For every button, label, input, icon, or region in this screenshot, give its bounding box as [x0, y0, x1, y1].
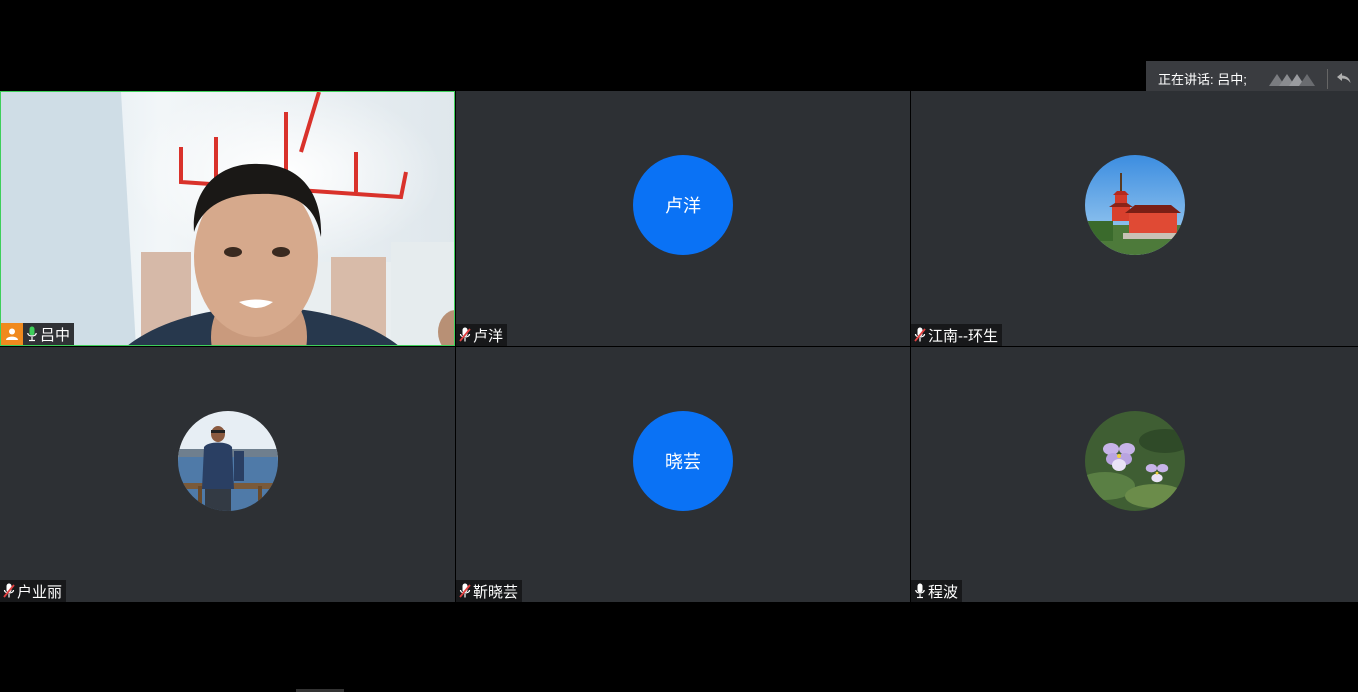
participant-name: 吕中: [40, 326, 71, 344]
avatar-initials: 晓芸: [665, 452, 701, 472]
participant-name-tag: 江南--环生: [911, 324, 1002, 346]
video-grid: 吕中 卢洋 卢洋 江南--环生 户业丽 晓芸 靳晓芸 程波: [0, 91, 1358, 602]
participant-name: 江南--环生: [928, 327, 998, 345]
avatar-initials: 卢洋: [665, 196, 701, 216]
participant-name: 卢洋: [473, 327, 504, 345]
host-user-icon: [1, 323, 23, 345]
participant-name-tag: 程波: [911, 580, 963, 602]
microphone-on-icon: [913, 582, 927, 600]
microphone-muted-icon: [913, 326, 927, 344]
camera-feed-video: [1, 92, 454, 345]
microphone-muted-icon: [458, 326, 472, 344]
participant-tile[interactable]: 户业丽: [0, 347, 455, 602]
participant-tile[interactable]: 江南--环生: [911, 91, 1358, 346]
participant-tile[interactable]: 卢洋 卢洋: [456, 91, 910, 346]
participant-name-tag: 户业丽: [0, 580, 67, 602]
participant-name: 户业丽: [17, 583, 63, 601]
meeting-window: 正在讲话: 吕中; 吕中 卢洋 卢洋 江南--环生 户业丽 晓芸 靳晓芸 程波: [0, 0, 1358, 692]
participant-name-tag: 吕中: [1, 323, 75, 345]
participant-text-avatar: 卢洋: [633, 155, 733, 255]
back-arrow-icon[interactable]: [1336, 70, 1354, 88]
participant-tile-video[interactable]: 吕中: [0, 91, 455, 346]
divider: [1327, 68, 1328, 89]
participant-name-tag: 靳晓芸: [456, 580, 523, 602]
network-signal-icon: [1269, 70, 1317, 88]
microphone-muted-icon: [458, 582, 472, 600]
person-lakeside-photo-icon: [177, 411, 278, 511]
participant-text-avatar: 晓芸: [633, 411, 733, 511]
participant-tile[interactable]: 程波: [911, 347, 1358, 602]
participant-name-tag: 卢洋: [456, 324, 508, 346]
microphone-muted-icon: [2, 582, 16, 600]
pagoda-photo-icon: [1084, 155, 1185, 255]
participant-name: 程波: [928, 583, 959, 601]
speaking-label: 正在讲话: 吕中;: [1158, 72, 1247, 87]
violet-flower-photo-icon: [1084, 411, 1185, 511]
participant-name: 靳晓芸: [473, 583, 519, 601]
microphone-on-icon: [25, 325, 39, 343]
participant-tile[interactable]: 晓芸 靳晓芸: [456, 347, 910, 602]
